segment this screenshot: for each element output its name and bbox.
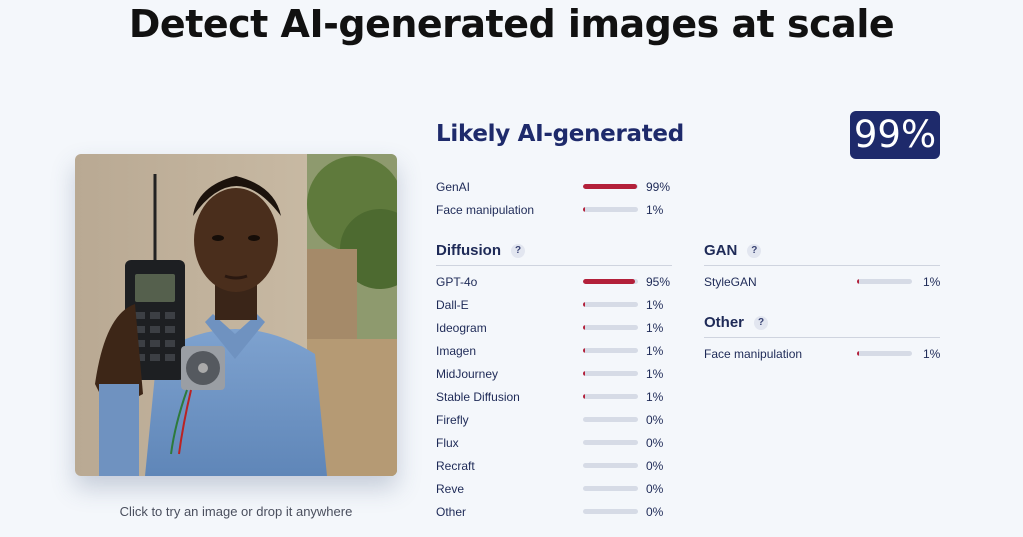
diffusion-4-label: MidJourney [436, 367, 499, 381]
diffusion-help-icon[interactable]: ? [511, 244, 525, 258]
diffusion-1-bar-fill [583, 302, 585, 307]
diffusion-0-percent: 95% [646, 275, 671, 289]
diffusion-4-bar-fill [583, 371, 585, 376]
top-0-bar [583, 184, 638, 189]
top-1-percent: 1% [646, 203, 664, 217]
diffusion-5-bar [583, 394, 638, 399]
diffusion-4-row: MidJourney 1% [436, 367, 676, 383]
diffusion-6-bar [583, 417, 638, 422]
gan-help-icon[interactable]: ? [747, 244, 762, 258]
other-0-label: Face manipulation [704, 347, 803, 361]
diffusion-4-percent: 1% [646, 367, 664, 381]
top-1-bar [583, 207, 638, 212]
diffusion-2-bar-fill [583, 325, 585, 330]
uploaded-image[interactable] [75, 154, 397, 476]
top-0-bar-fill [583, 184, 638, 189]
diffusion-10-percent: 0% [646, 505, 664, 519]
top-0-percent: 99% [646, 180, 671, 194]
diffusion-3-percent: 1% [646, 344, 664, 358]
diffusion-3-bar-fill [583, 348, 585, 353]
diffusion-9-percent: 0% [646, 482, 664, 496]
gan-0-percent: 1% [923, 275, 941, 289]
diffusion-2-percent: 1% [646, 321, 664, 335]
diffusion-5-bar-fill [583, 394, 585, 399]
diffusion-0-bar-fill [583, 279, 636, 284]
diffusion-7-label: Flux [436, 436, 459, 450]
upload-hint: Click to try an image or drop it anywher… [119, 504, 353, 519]
diffusion-4-bar [583, 371, 638, 376]
gan-0-bar-fill [857, 279, 859, 284]
diffusion-3-bar [583, 348, 638, 353]
diffusion-2-row: Ideogram 1% [436, 321, 676, 337]
other-heading: Other? [704, 314, 769, 331]
gan-0-row: StyleGAN 1% [704, 275, 953, 291]
diffusion-8-row: Recraft 0% [436, 459, 676, 475]
verdict-label: Likely AI-generated [436, 121, 684, 147]
diffusion-0-bar [583, 279, 638, 284]
diffusion-10-label: Other [436, 505, 467, 519]
other-divider [704, 337, 940, 338]
diffusion-0-label: GPT-4o [436, 275, 478, 289]
diffusion-7-row: Flux 0% [436, 436, 676, 452]
diffusion-2-bar [583, 325, 638, 330]
top-0-label: GenAI [436, 180, 471, 194]
gan-divider [704, 265, 940, 266]
diffusion-9-row: Reve 0% [436, 482, 676, 498]
top-1-row: Face manipulation 1% [436, 203, 676, 219]
diffusion-5-percent: 1% [646, 390, 664, 404]
top-1-label: Face manipulation [436, 203, 535, 217]
diffusion-7-percent: 0% [646, 436, 664, 450]
diffusion-6-percent: 0% [646, 413, 664, 427]
diffusion-8-percent: 0% [646, 459, 664, 473]
diffusion-2-label: Ideogram [436, 321, 487, 335]
other-0-row: Face manipulation 1% [704, 347, 953, 363]
diffusion-10-bar [583, 509, 638, 514]
diffusion-10-row: Other 0% [436, 505, 676, 521]
diffusion-heading-label: Diffusion [436, 242, 501, 259]
other-heading-label: Other [704, 314, 745, 331]
diffusion-7-bar [583, 440, 638, 445]
other-0-percent: 1% [923, 347, 941, 361]
diffusion-5-label: Stable Diffusion [436, 390, 520, 404]
diffusion-6-label: Firefly [436, 413, 469, 427]
diffusion-3-label: Imagen [436, 344, 477, 358]
gan-0-bar [857, 279, 912, 284]
diffusion-3-row: Imagen 1% [436, 344, 676, 360]
diffusion-5-row: Stable Diffusion 1% [436, 390, 676, 406]
top-0-row: GenAI 99% [436, 180, 676, 196]
diffusion-8-bar [583, 463, 638, 468]
other-help-icon[interactable]: ? [754, 316, 769, 330]
diffusion-1-percent: 1% [646, 298, 664, 312]
diffusion-1-label: Dall-E [436, 298, 469, 312]
gan-heading: GAN? [704, 242, 762, 259]
diffusion-9-label: Reve [436, 482, 465, 496]
diffusion-divider [436, 265, 672, 266]
diffusion-6-row: Firefly 0% [436, 413, 676, 429]
gan-heading-label: GAN [704, 242, 738, 259]
diffusion-1-row: Dall-E 1% [436, 298, 676, 314]
gan-0-label: StyleGAN [704, 275, 757, 289]
diffusion-9-bar [583, 486, 638, 491]
score-badge: 99% [850, 111, 940, 159]
diffusion-1-bar [583, 302, 638, 307]
other-0-bar [857, 351, 912, 356]
page-title: Detect AI-generated images at scale [128, 2, 895, 46]
top-1-bar-fill [583, 207, 585, 212]
diffusion-0-row: GPT-4o 95% [436, 275, 676, 291]
diffusion-8-label: Recraft [436, 459, 475, 473]
diffusion-heading: Diffusion? [436, 242, 525, 259]
other-0-bar-fill [857, 351, 859, 356]
